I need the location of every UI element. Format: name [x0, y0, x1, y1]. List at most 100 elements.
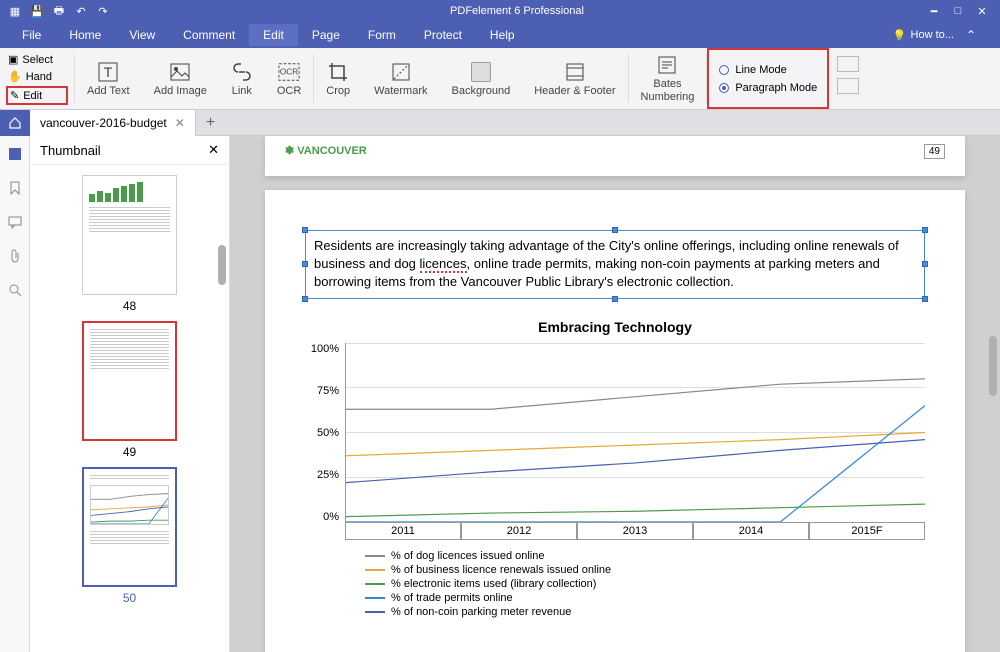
tabbar: vancouver-2016-budget ✕ +	[0, 110, 1000, 136]
resize-handle[interactable]	[922, 261, 928, 267]
collapse-ribbon-icon[interactable]: ⌃	[958, 28, 984, 42]
crop-icon	[327, 61, 349, 83]
vancouver-logo: ✽ VANCOUVER	[285, 144, 367, 157]
resize-handle[interactable]	[922, 227, 928, 233]
document-tab[interactable]: vancouver-2016-budget ✕	[30, 110, 196, 136]
bates-icon	[656, 54, 678, 76]
x-tick: 2014	[693, 523, 809, 540]
thumbnail-tab-icon[interactable]	[7, 146, 23, 162]
menu-comment[interactable]: Comment	[169, 24, 249, 46]
thumbnail-panel: Thumbnail ✕ 48 49 50	[30, 136, 230, 652]
hand-tool[interactable]: ✋ Hand	[6, 69, 68, 84]
close-button[interactable]: ✕	[972, 4, 992, 18]
thumb-label: 50	[82, 591, 177, 605]
home-icon	[8, 116, 22, 130]
link-button[interactable]: Link	[219, 48, 265, 109]
edit-tool[interactable]: ✎Edit	[6, 86, 68, 105]
chart: 100% 75% 50% 25% 0%	[305, 343, 925, 523]
menu-home[interactable]: Home	[55, 24, 115, 46]
x-tick: 2013	[577, 523, 693, 540]
thumb-scrollbar[interactable]	[218, 245, 226, 285]
align-icon-1[interactable]	[837, 56, 859, 72]
menu-form[interactable]: Form	[354, 24, 410, 46]
resize-handle[interactable]	[612, 227, 618, 233]
home-tab[interactable]	[0, 110, 30, 136]
hand-icon: ✋	[8, 70, 22, 83]
edit-text-content[interactable]: Residents are increasingly taking advant…	[314, 238, 899, 289]
image-icon	[169, 61, 191, 83]
previous-page-footer: ✽ VANCOUVER 49	[265, 136, 965, 176]
resize-handle[interactable]	[302, 261, 308, 267]
ocr-icon: OCR	[278, 61, 300, 83]
tab-close-icon[interactable]: ✕	[175, 116, 185, 130]
sidebar	[0, 136, 30, 652]
app-title: PDFelement 6 Professional	[110, 5, 924, 17]
maximize-button[interactable]: □	[948, 4, 968, 18]
chart-title: Embracing Technology	[305, 319, 925, 335]
hand-label: Hand	[26, 71, 52, 83]
titlebar: ▦ 💾 🖶 ↶ ↷ PDFelement 6 Professional ━ □ …	[0, 0, 1000, 22]
radio-filled-icon	[719, 83, 729, 93]
thumb-label: 48	[82, 299, 177, 313]
bookmark-tab-icon[interactable]	[7, 180, 23, 196]
resize-handle[interactable]	[612, 296, 618, 302]
resize-handle[interactable]	[302, 227, 308, 233]
text-icon: T	[97, 61, 119, 83]
menu-view[interactable]: View	[115, 24, 169, 46]
save-icon[interactable]: 💾	[30, 4, 44, 18]
menubar: File Home View Comment Edit Page Form Pr…	[0, 22, 1000, 48]
x-tick: 2011	[345, 523, 461, 540]
paragraph-mode-option[interactable]: Paragraph Mode	[719, 82, 817, 94]
x-axis: 20112012201320142015F	[345, 523, 925, 540]
resize-handle[interactable]	[922, 296, 928, 302]
crop-button[interactable]: Crop	[314, 48, 362, 109]
resize-handle[interactable]	[302, 296, 308, 302]
bates-button[interactable]: Bates Numbering	[629, 48, 707, 109]
editing-textbox[interactable]: Residents are increasingly taking advant…	[305, 230, 925, 299]
thumbnail-close-icon[interactable]: ✕	[208, 142, 219, 158]
menu-edit[interactable]: Edit	[249, 24, 298, 46]
thumbnail-49[interactable]: 49	[82, 321, 177, 459]
tab-add-button[interactable]: +	[196, 114, 225, 132]
howto-button[interactable]: 💡 How to...	[893, 29, 954, 42]
app-icon: ▦	[8, 4, 22, 18]
search-tab-icon[interactable]	[7, 282, 23, 298]
header-footer-icon	[564, 61, 586, 83]
ocr-button[interactable]: OCROCR	[265, 48, 313, 109]
watermark-button[interactable]: Watermark	[362, 48, 439, 109]
background-button[interactable]: Background	[439, 48, 522, 109]
annotation-tab-icon[interactable]	[7, 214, 23, 230]
legend-item: % of dog licences issued online	[365, 550, 925, 562]
edit-mode-group: Line Mode Paragraph Mode	[707, 48, 829, 109]
ribbon: ▣Select ✋Hand ✎Edit TAdd Text Add Image …	[0, 48, 1000, 110]
howto-label: How to...	[911, 29, 954, 41]
add-image-button[interactable]: Add Image	[142, 48, 219, 109]
svg-text:OCR: OCR	[280, 67, 298, 76]
header-footer-button[interactable]: Header & Footer	[522, 48, 627, 109]
document-area[interactable]: ✽ VANCOUVER 49 Residents are increasingl…	[230, 136, 1000, 652]
attachment-tab-icon[interactable]	[7, 248, 23, 264]
link-icon	[231, 61, 253, 83]
select-tool[interactable]: ▣Select	[6, 52, 68, 67]
menu-page[interactable]: Page	[298, 24, 354, 46]
menu-protect[interactable]: Protect	[410, 24, 476, 46]
doc-scrollbar[interactable]	[989, 336, 997, 396]
chart-plot-area	[345, 343, 925, 523]
undo-icon[interactable]: ↶	[74, 4, 88, 18]
menu-file[interactable]: File	[8, 24, 55, 46]
thumbnail-48[interactable]: 48	[82, 175, 177, 313]
y-axis: 100% 75% 50% 25% 0%	[305, 343, 345, 523]
minimize-button[interactable]: ━	[924, 4, 944, 18]
select-label: Select	[22, 54, 53, 66]
bulb-icon: 💡	[893, 29, 907, 42]
align-icon-2[interactable]	[837, 78, 859, 94]
thumbnail-title: Thumbnail	[40, 143, 101, 158]
redo-icon[interactable]: ↷	[96, 4, 110, 18]
line-mode-option[interactable]: Line Mode	[719, 64, 817, 76]
pencil-icon: ✎	[10, 89, 19, 102]
menu-help[interactable]: Help	[476, 24, 529, 46]
thumbnail-50[interactable]: 50	[82, 467, 177, 605]
add-text-button[interactable]: TAdd Text	[75, 48, 142, 109]
thumb-label: 49	[82, 445, 177, 459]
print-icon[interactable]: 🖶	[52, 4, 66, 18]
